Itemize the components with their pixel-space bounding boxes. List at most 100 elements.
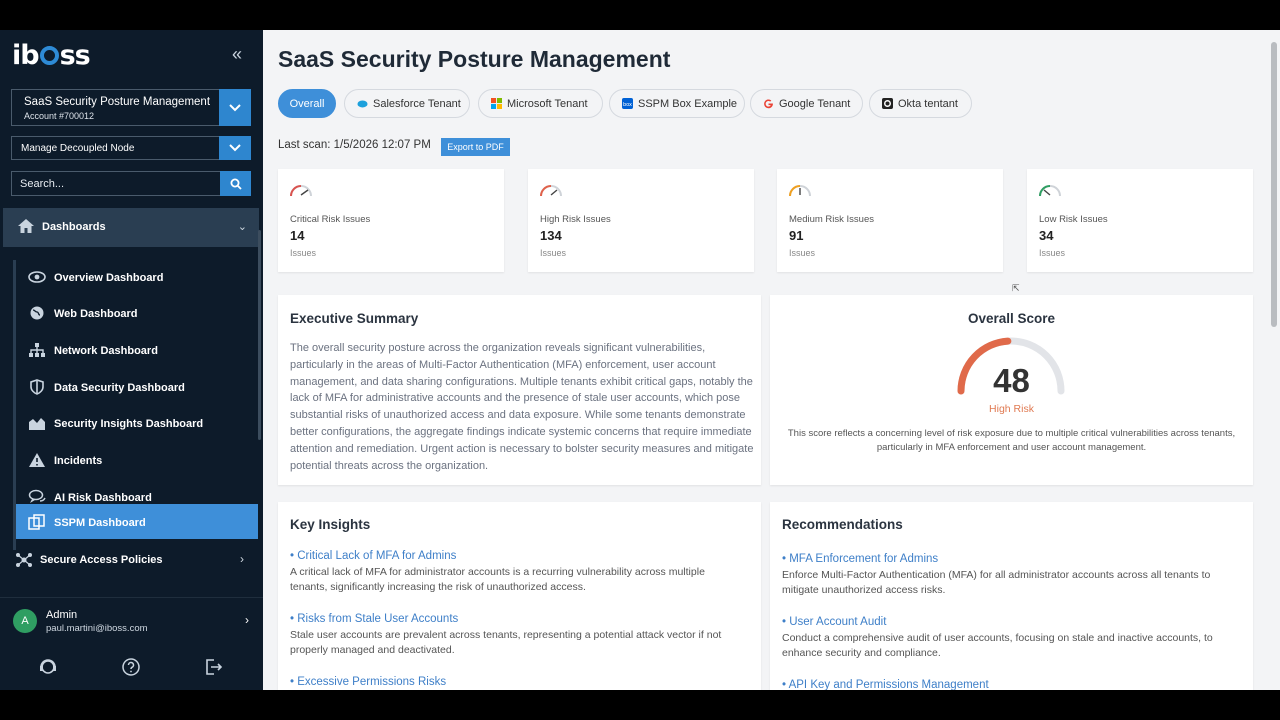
chevron-down-icon[interactable] [219,89,251,126]
sidebar-item-secure-access-policies[interactable]: Secure Access Policies › [3,543,259,577]
recommendation-body: Conduct a comprehensive audit of user ac… [782,632,1213,660]
recommendation-title[interactable]: • API Key and Permissions Management [782,679,989,690]
risk-gauge-icon [789,185,811,197]
box-icon: box [622,98,633,109]
collapse-sidebar-icon[interactable]: « [232,44,242,65]
account-select[interactable]: SaaS Security Posture Management Account… [11,89,251,126]
iboss-logo[interactable]: ib ss [12,40,91,71]
risk-card-unit: Issues [789,248,816,258]
overall-score-label: High Risk [989,403,1034,415]
overall-score-value: 48 [993,362,1030,399]
risk-gauge-icon [540,185,562,197]
insight-title[interactable]: • Excessive Permissions Risks [290,676,446,688]
page-scrollbar-thumb[interactable] [1271,42,1277,327]
globe-icon [30,306,44,320]
risk-gauge-icon [290,185,312,197]
nav-section-label: Dashboards [42,221,106,233]
sidebar-item-label: Overview Dashboard [54,272,164,284]
sidebar-footer [0,655,263,685]
tab-salesforce-tenant[interactable]: Salesforce Tenant [344,89,470,118]
chevron-down-icon[interactable] [219,136,251,160]
risk-card-value: 134 [540,228,562,243]
recommendation-title[interactable]: • MFA Enforcement for Admins [782,553,938,565]
chevron-right-icon: › [240,552,244,566]
recommendation-title[interactable]: • User Account Audit [782,616,886,628]
search-input[interactable] [12,172,220,195]
logout-icon[interactable] [203,657,223,682]
avatar: A [13,609,37,633]
risk-card-label: Medium Risk Issues [789,214,874,225]
nav-section-dashboards[interactable]: Dashboards ⌄ [3,208,259,247]
recommendation-body: Enforce Multi-Factor Authentication (MFA… [782,569,1211,597]
tab-overall[interactable]: Overall [278,89,336,118]
page-title: SaaS Security Posture Management [278,46,671,72]
risk-card[interactable]: Medium Risk Issues 91 Issues [777,169,1003,272]
main-content: SaaS Security Posture Management Overall… [263,30,1268,690]
sidebar-item-label: SSPM Dashboard [54,517,146,529]
risk-card-unit: Issues [540,248,567,258]
sidebar-item-network-dashboard[interactable]: Network Dashboard [16,333,258,368]
executive-summary-text: The overall security posture across the … [290,342,754,472]
eye-icon [28,271,46,283]
tab-label: Overall [289,97,325,110]
risk-card[interactable]: Low Risk Issues 34 Issues [1027,169,1253,272]
user-email: paul.martini@iboss.com [46,623,148,634]
sidebar-item-sspm-dashboard[interactable]: SSPM Dashboard [16,504,258,539]
risk-card-value: 34 [1039,228,1054,243]
app-window: ib ss « SaaS Security Posture Management … [0,30,1280,690]
support-icon[interactable] [38,657,58,682]
tab-label: Google Tenant [779,97,851,110]
network-icon [29,343,45,357]
help-icon[interactable] [121,657,141,682]
sidebar-item-label: Security Insights Dashboard [54,418,204,430]
search-icon [230,178,242,190]
sidebar-scrollbar[interactable] [258,230,261,440]
tab-sspm-box-example[interactable]: box SSPM Box Example [609,89,745,118]
mouse-cursor-icon: ⇱ [1012,283,1020,293]
risk-card[interactable]: Critical Risk Issues 14 Issues [278,169,504,272]
sidebar-item-label: Data Security Dashboard [54,382,185,394]
shield-icon [30,379,44,395]
chevron-right-icon: › [245,613,249,627]
risk-card-label: Low Risk Issues [1039,214,1108,225]
insight-body: A critical lack of MFA for administrator… [290,566,705,594]
executive-summary-card: Executive Summary The overall security p… [278,295,761,485]
risk-gauge-icon [1039,185,1061,197]
sidebar-item-label: Network Dashboard [54,345,158,357]
sidebar-item-overview-dashboard[interactable]: Overview Dashboard [16,260,258,295]
sidebar-item-web-dashboard[interactable]: Web Dashboard [16,296,258,331]
sidebar-item-security-insights-dashboard[interactable]: Security Insights Dashboard [16,406,258,441]
tab-microsoft-tenant[interactable]: Microsoft Tenant [478,89,603,118]
page-scrollbar[interactable] [1268,30,1280,690]
hub-icon [16,553,32,567]
account-select-number: Account #700012 [24,111,95,121]
copy-icon [28,514,45,530]
tab-label: Salesforce Tenant [373,97,461,110]
search-button[interactable] [220,171,251,196]
risk-card-value: 91 [789,228,804,243]
user-menu[interactable]: A Admin paul.martini@iboss.com › [0,597,263,645]
node-select[interactable]: Manage Decoupled Node [11,136,251,160]
sidebar-item-label: Incidents [54,455,103,467]
account-select-name: SaaS Security Posture Management [24,96,211,108]
search-box [11,171,251,196]
google-icon [764,99,773,109]
export-pdf-button[interactable]: Export to PDF [441,138,510,156]
chat-icon [28,489,46,503]
okta-icon [882,98,893,109]
sidebar-item-incidents[interactable]: Incidents [16,443,258,478]
key-insights-card: Key Insights • Critical Lack of MFA for … [278,502,761,690]
overall-score-title: Overall Score [967,311,1056,326]
tab-google-tenant[interactable]: Google Tenant [750,89,863,118]
tab-okta-tentant[interactable]: Okta tentant [869,89,972,118]
risk-card[interactable]: High Risk Issues 134 Issues [528,169,754,272]
sidebar: ib ss « SaaS Security Posture Management … [0,30,263,690]
sidebar-item-data-security-dashboard[interactable]: Data Security Dashboard [16,370,258,405]
insight-title[interactable]: • Risks from Stale User Accounts [290,613,458,625]
insight-body: Stale user accounts are prevalent across… [290,629,722,657]
insight-title[interactable]: • Critical Lack of MFA for Admins [290,550,456,562]
last-scan-text: Last scan: 1/5/2026 12:07 PM [278,139,431,151]
node-select-value: Manage Decoupled Node [21,143,135,154]
risk-card-unit: Issues [1039,248,1066,258]
risk-card-label: Critical Risk Issues [290,214,371,225]
